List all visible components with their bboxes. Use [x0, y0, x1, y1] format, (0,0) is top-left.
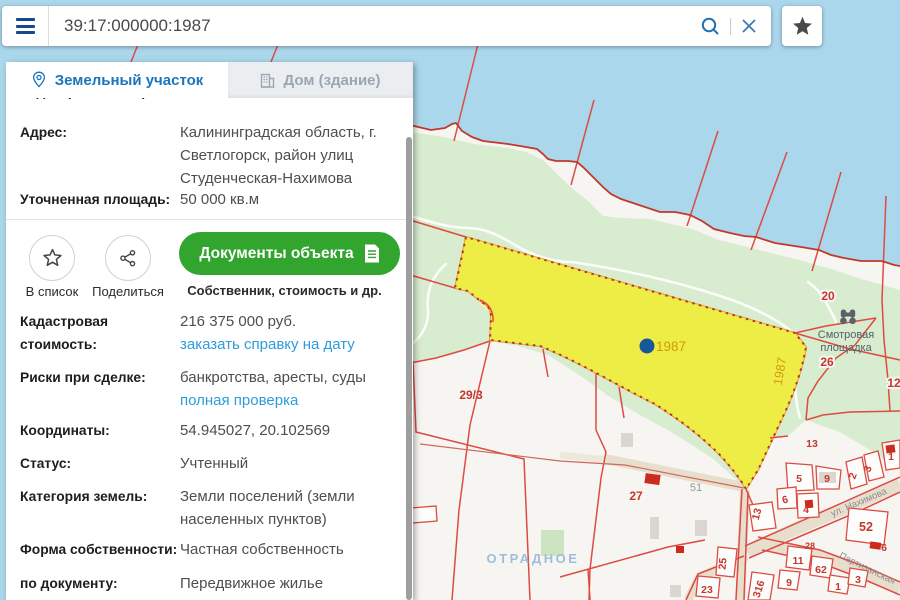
- hamburger-icon: [16, 18, 35, 34]
- clipped-row: Кадастровый квартал:: [6, 98, 413, 105]
- star-icon: [792, 16, 813, 36]
- category-value: Земли поселений (земли населенных пункто…: [180, 485, 399, 531]
- area-row: Уточненная площадь: 50 000 кв.м: [6, 188, 413, 211]
- favorites-button[interactable]: [782, 6, 822, 46]
- status-label: Статус:: [20, 452, 180, 475]
- map-label: 11: [792, 555, 803, 567]
- documents-button-label: Документы объекта: [199, 245, 353, 263]
- coords-value: 54.945027, 20.102569: [180, 419, 399, 442]
- status-row: Статус: Учтенный: [6, 452, 413, 475]
- map-label: Смотровая: [818, 329, 874, 341]
- actions-row: В список Поделиться Документы объекта: [6, 220, 413, 299]
- map-label: 62: [815, 564, 827, 576]
- risks-value: банкротства, аресты, суды: [180, 366, 399, 389]
- map-label: 26: [820, 355, 834, 369]
- map-label: 9: [824, 473, 830, 485]
- coords-label: Координаты:: [20, 419, 180, 442]
- area-value: 50 000 кв.м: [180, 188, 399, 211]
- documents-col: Документы объекта Собственник, стоимость…: [166, 232, 403, 299]
- building-icon: [260, 73, 275, 88]
- ownership-value: Частная собственность: [180, 538, 399, 561]
- add-to-list-button[interactable]: В список: [14, 235, 90, 299]
- parcel-info-panel: Земельный участок Дом (здание) Кадастров…: [6, 62, 413, 600]
- object-documents-button[interactable]: Документы объекта: [179, 232, 399, 275]
- map-label: 6: [881, 542, 887, 554]
- map-label: 29/3: [459, 388, 483, 402]
- map-label: 27: [629, 489, 643, 503]
- tab-house-building[interactable]: Дом (здание): [228, 62, 413, 98]
- coords-row: Координаты: 54.945027, 20.102569: [6, 419, 413, 442]
- map-label: ОТРАДНОЕ: [487, 551, 580, 566]
- map-label: 25: [717, 557, 730, 570]
- share-button[interactable]: Поделиться: [90, 235, 166, 299]
- by-document-value: Передвижное жилье: [180, 572, 399, 595]
- panel-tabs: Земельный участок Дом (здание): [6, 62, 413, 98]
- ownership-label: Форма собственности:: [20, 538, 180, 561]
- map-label: 51: [690, 482, 702, 494]
- risks-label: Риски при сделке:: [20, 366, 180, 412]
- star-outline-icon: [42, 248, 63, 268]
- location-pin-icon: [31, 71, 47, 89]
- share-icon: [119, 249, 137, 267]
- map-label: 5: [796, 473, 802, 485]
- tab-land-label: Земельный участок: [55, 72, 204, 89]
- documents-caption: Собственник, стоимость и др.: [166, 283, 403, 298]
- address-value: Калининградская область, г. Светлогорск,…: [180, 121, 399, 190]
- map-label: 4: [803, 504, 809, 516]
- by-document-row: по документу: Передвижное жилье: [6, 572, 413, 595]
- parcel-marker[interactable]: [640, 339, 655, 354]
- cost-link[interactable]: заказать справку на дату: [180, 333, 355, 356]
- map-label: 9: [786, 577, 792, 589]
- map-label: 12: [887, 376, 900, 390]
- cost-value: 216 375 000 руб.: [180, 310, 399, 333]
- risks-link[interactable]: полная проверка: [180, 389, 298, 412]
- search-icon[interactable]: [701, 17, 720, 36]
- clear-search-icon[interactable]: [741, 18, 757, 34]
- menu-button[interactable]: [2, 6, 49, 46]
- share-label: Поделиться: [90, 284, 166, 299]
- panel-scrollbar[interactable]: [406, 137, 412, 600]
- map-label: 1987: [656, 339, 686, 354]
- map-label: 52: [859, 520, 873, 534]
- address-row: Адрес: Калининградская область, г. Светл…: [6, 121, 413, 190]
- address-label: Адрес:: [20, 121, 180, 190]
- search-input[interactable]: [49, 16, 701, 36]
- search-bar: [2, 6, 771, 46]
- map-label: 23: [701, 584, 713, 596]
- map-label: 1: [835, 581, 841, 593]
- cadastral-map-app: 19871987202612Смотроваяплощадка29/327511…: [0, 0, 900, 600]
- category-row: Категория земель: Земли поселений (земли…: [6, 485, 413, 531]
- search-separator: [730, 18, 731, 35]
- map-label: 3: [855, 574, 861, 586]
- tab-land-parcel[interactable]: Земельный участок: [6, 62, 228, 98]
- map-label: 1: [888, 451, 894, 463]
- risks-row: Риски при сделке: банкротства, аресты, с…: [6, 366, 413, 412]
- panel-body: Кадастровый квартал: Адрес: Калининградс…: [6, 98, 413, 600]
- map-label: 20: [821, 289, 835, 303]
- tab-house-label: Дом (здание): [283, 72, 380, 89]
- map-label: площадка: [820, 342, 872, 354]
- map-label: 28: [805, 541, 815, 551]
- map-label: 13: [806, 438, 818, 450]
- document-icon: [364, 244, 380, 263]
- cost-label: Кадастровая стоимость:: [20, 310, 180, 356]
- by-document-label: по документу:: [20, 572, 180, 595]
- category-label: Категория земель:: [20, 485, 180, 531]
- cost-row: Кадастровая стоимость: 216 375 000 руб. …: [6, 310, 413, 356]
- add-to-list-label: В список: [14, 284, 90, 299]
- status-value: Учтенный: [180, 452, 399, 475]
- area-label: Уточненная площадь:: [20, 188, 180, 211]
- ownership-row: Форма собственности: Частная собственнос…: [6, 538, 413, 561]
